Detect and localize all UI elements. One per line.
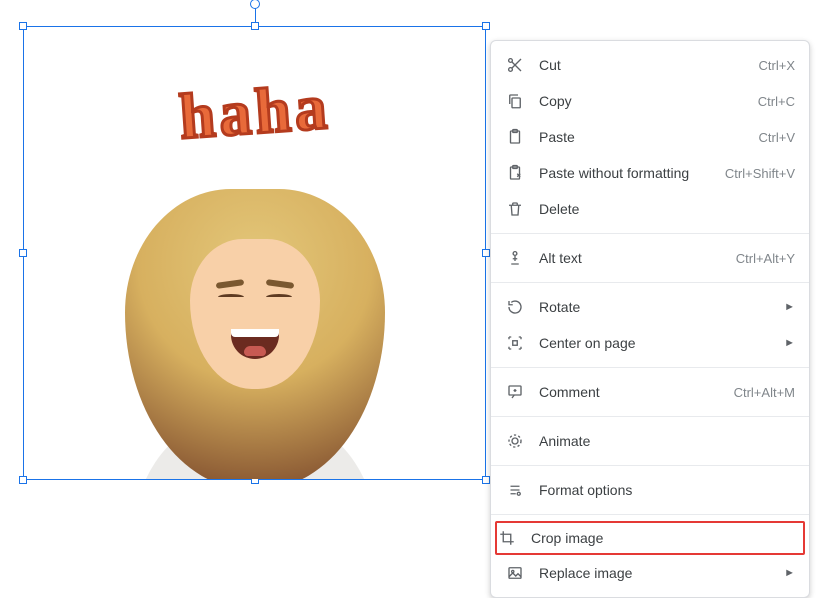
menu-label: Center on page [539, 335, 776, 351]
menu-delete[interactable]: Delete [491, 191, 809, 227]
menu-divider [491, 367, 809, 368]
menu-comment[interactable]: Comment Ctrl+Alt+M [491, 374, 809, 410]
menu-label: Crop image [531, 530, 803, 546]
submenu-arrow-icon: ► [784, 337, 795, 349]
menu-center-on-page[interactable]: Center on page ► [491, 325, 809, 361]
editor-canvas[interactable]: haha Cut Ctrl+X [0, 0, 836, 569]
menu-cut[interactable]: Cut Ctrl+X [491, 47, 809, 83]
selected-image-frame[interactable]: haha [23, 26, 486, 480]
avatar-eye [266, 294, 292, 300]
menu-shortcut: Ctrl+Shift+V [725, 166, 795, 181]
alt-text-icon [505, 248, 525, 268]
avatar-brow [215, 279, 244, 289]
menu-paste-without-formatting[interactable]: Paste without formatting Ctrl+Shift+V [491, 155, 809, 191]
menu-label: Copy [539, 93, 758, 109]
image-content: haha [24, 27, 485, 479]
menu-label: Delete [539, 201, 795, 217]
context-menu: Cut Ctrl+X Copy Ctrl+C Paste Ctrl+V Past… [490, 40, 810, 598]
cartoon-text: haha [177, 70, 333, 154]
animate-icon [505, 431, 525, 451]
menu-divider [491, 233, 809, 234]
copy-icon [505, 91, 525, 111]
menu-crop-image[interactable]: Crop image [497, 523, 803, 553]
menu-divider [491, 416, 809, 417]
submenu-arrow-icon: ► [784, 301, 795, 313]
avatar-teeth [231, 329, 279, 337]
rotation-handle[interactable] [250, 0, 260, 9]
comment-icon [505, 382, 525, 402]
menu-label: Comment [539, 384, 734, 400]
menu-shortcut: Ctrl+X [759, 58, 795, 73]
menu-animate[interactable]: Animate [491, 423, 809, 459]
avatar-tongue [244, 346, 266, 356]
menu-divider [491, 282, 809, 283]
paste-plain-icon [505, 163, 525, 183]
menu-replace-image[interactable]: Replace image ► [491, 555, 809, 591]
menu-divider [491, 465, 809, 466]
avatar-mouth [231, 329, 279, 359]
crop-icon [497, 528, 517, 548]
menu-label: Rotate [539, 299, 776, 315]
menu-alt-text[interactable]: Alt text Ctrl+Alt+Y [491, 240, 809, 276]
rotate-icon [505, 297, 525, 317]
menu-rotate[interactable]: Rotate ► [491, 289, 809, 325]
menu-paste[interactable]: Paste Ctrl+V [491, 119, 809, 155]
menu-shortcut: Ctrl+Alt+Y [736, 251, 795, 266]
menu-divider [491, 514, 809, 515]
menu-shortcut: Ctrl+Alt+M [734, 385, 795, 400]
replace-image-icon [505, 563, 525, 583]
menu-copy[interactable]: Copy Ctrl+C [491, 83, 809, 119]
menu-crop-image-highlight: Crop image [495, 521, 805, 555]
menu-shortcut: Ctrl+V [759, 130, 795, 145]
format-icon [505, 480, 525, 500]
menu-label: Replace image [539, 565, 776, 581]
cut-icon [505, 55, 525, 75]
menu-label: Paste without formatting [539, 165, 725, 181]
delete-icon [505, 199, 525, 219]
menu-label: Cut [539, 57, 759, 73]
menu-label: Paste [539, 129, 759, 145]
menu-format-options[interactable]: Format options [491, 472, 809, 508]
menu-label: Format options [539, 482, 795, 498]
menu-label: Animate [539, 433, 795, 449]
menu-shortcut: Ctrl+C [758, 94, 795, 109]
menu-label: Alt text [539, 250, 736, 266]
avatar-brow [265, 279, 294, 289]
paste-icon [505, 127, 525, 147]
center-icon [505, 333, 525, 353]
avatar-eye [218, 294, 244, 300]
